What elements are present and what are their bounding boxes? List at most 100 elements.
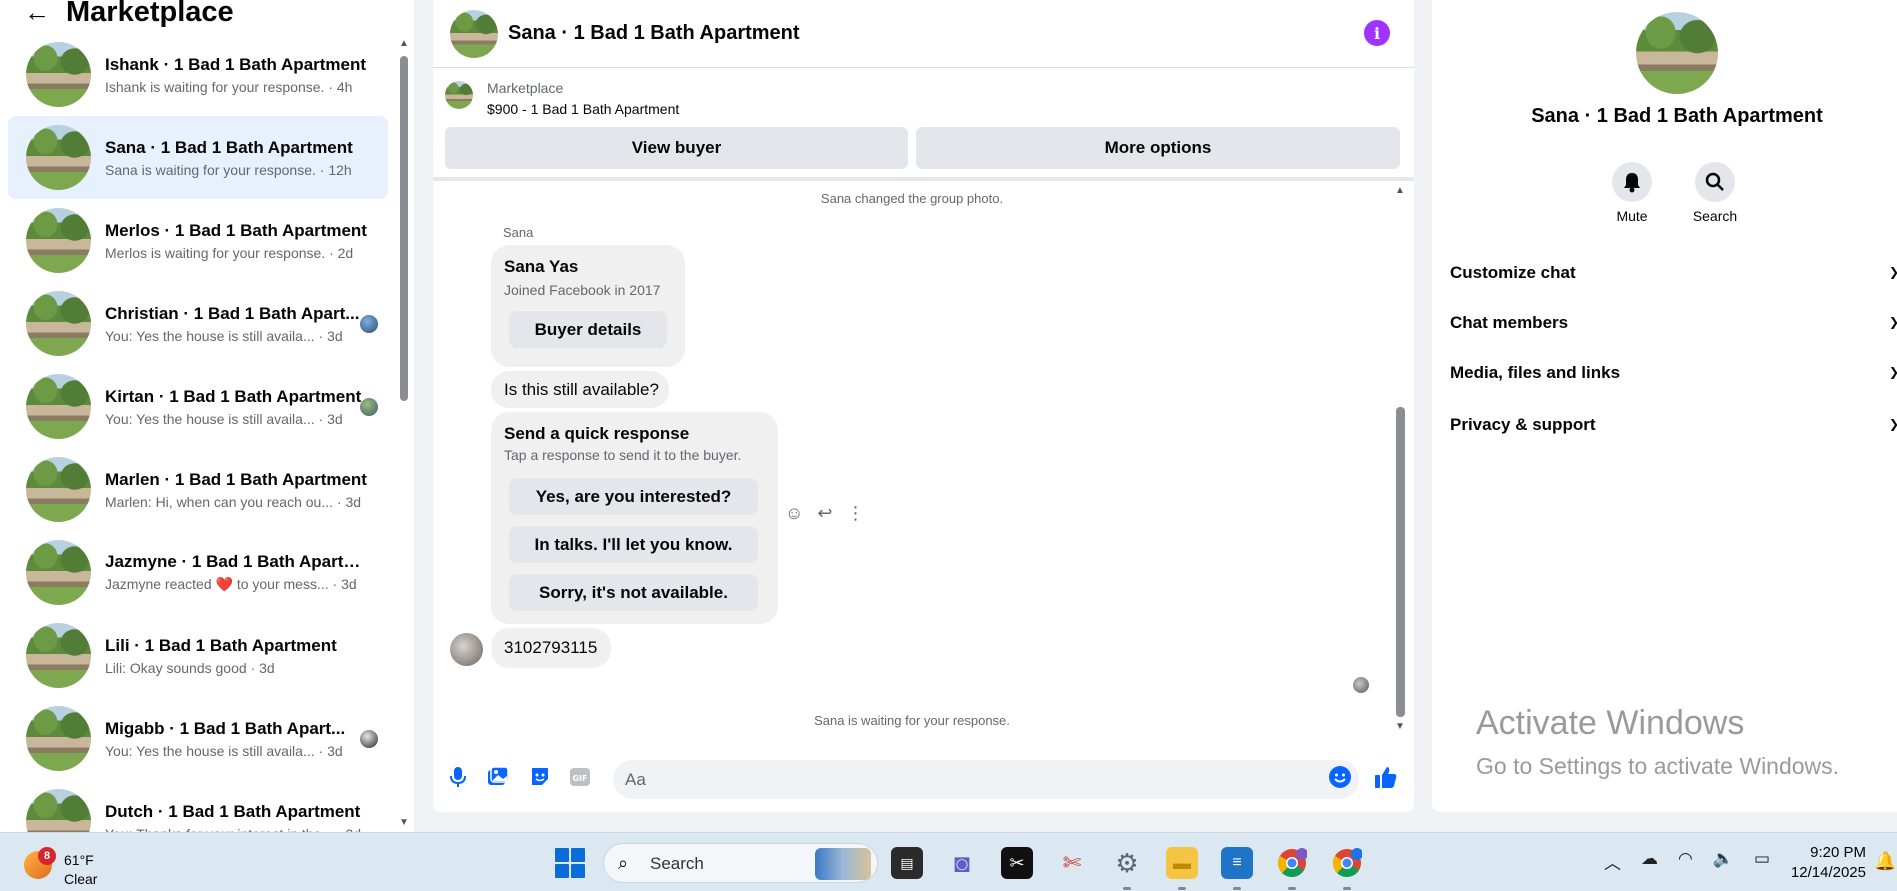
settings-gear-icon[interactable]: ⚙ — [1111, 847, 1143, 879]
conversation-preview: Marlen: Hi, when can you reach ou... · 3… — [105, 493, 362, 510]
conversation-name: Sana · 1 Bad 1 Bath Apartment — [105, 137, 353, 157]
section-label: Chat members — [1450, 313, 1569, 332]
message-input[interactable] — [613, 760, 1359, 799]
arrow-left-icon[interactable]: ← — [24, 0, 50, 25]
system-message: Sana changed the group photo. — [820, 191, 1004, 206]
conversation-text: Sana · 1 Bad 1 Bath Apartment Sana is wai… — [105, 138, 373, 178]
listing-label: Marketplace — [487, 80, 564, 96]
conversation-preview: You: Yes the house is still availa... · … — [105, 742, 343, 759]
section-label: Customize chat — [1450, 263, 1576, 282]
emoji-icon[interactable] — [1327, 764, 1353, 790]
listing-price[interactable]: $900 - 1 Bad 1 Bath Apartment — [487, 101, 679, 117]
running-indicator — [1123, 887, 1131, 890]
conversation-item[interactable]: Christian · 1 Bad 1 Bath Apart... You: Ye… — [8, 282, 388, 365]
profile-avatar[interactable] — [1636, 12, 1718, 94]
seen-indicator — [1353, 677, 1369, 693]
section-customize-chat[interactable]: Customize chat ❯ — [1450, 263, 1897, 283]
conversation-thumbnail — [26, 623, 91, 688]
quick-response-button[interactable]: In talks. I'll let you know. — [509, 526, 758, 563]
conversation-thumbnail — [26, 540, 91, 605]
sender-avatar[interactable] — [450, 633, 483, 666]
conversation-item[interactable]: Lili · 1 Bad 1 Bath Apartment Lili: Okay … — [8, 614, 388, 697]
chat-avatar[interactable] — [450, 9, 498, 58]
microphone-icon[interactable] — [445, 764, 471, 790]
listing-banner: Marketplace $900 - 1 Bad 1 Bath Apartmen… — [433, 69, 1414, 181]
conversation-list: Ishank · 1 Bad 1 Bath Apartment Ishank is… — [0, 33, 396, 832]
quick-response-button[interactable]: Yes, are you interested? — [509, 478, 758, 515]
task-view-icon[interactable]: ▤ — [891, 847, 923, 879]
info-icon[interactable]: i — [1364, 20, 1390, 46]
volume-icon[interactable]: 🔈 — [1713, 849, 1734, 874]
chat-title[interactable]: Sana · 1 Bad 1 Bath Apartment — [508, 22, 800, 45]
scroll-down-icon[interactable]: ▼ — [1395, 721, 1405, 732]
scroll-down-icon[interactable]: ▼ — [399, 817, 409, 828]
scroll-up-icon[interactable]: ▲ — [1395, 185, 1405, 196]
conversation-item[interactable]: Migabb · 1 Bad 1 Bath Apart... You: Yes t… — [8, 697, 388, 780]
sidebar-scrollbar[interactable]: ▲ ▼ — [398, 38, 410, 828]
view-buyer-button[interactable]: View buyer — [445, 127, 908, 169]
capcut-icon[interactable]: ✂ — [1001, 847, 1033, 879]
section-privacy-support[interactable]: Privacy & support ❯ — [1450, 415, 1897, 435]
conversation-item[interactable]: Marlen · 1 Bad 1 Bath Apartment Marlen: H… — [8, 448, 388, 531]
section-media-files-links[interactable]: Media, files and links ❯ — [1450, 363, 1897, 383]
scrollbar-thumb[interactable] — [400, 56, 408, 401]
conversation-item[interactable]: Ishank · 1 Bad 1 Bath Apartment Ishank is… — [8, 33, 388, 116]
conversation-name: Jazmyne · 1 Bad 1 Bath Apartment — [105, 552, 373, 571]
search-icon[interactable] — [1695, 162, 1735, 202]
windows-start-icon[interactable] — [555, 848, 585, 878]
chat-scrollbar[interactable]: ▲ ▼ — [1393, 185, 1407, 732]
conversation-item[interactable]: Dutch · 1 Bad 1 Bath ApartmentYou: Thank… — [8, 780, 388, 832]
onedrive-off-icon[interactable]: ☁ — [1641, 849, 1658, 874]
thumbs-up-icon[interactable] — [1373, 764, 1399, 790]
quick-response-title: Send a quick response — [504, 424, 690, 443]
bell-icon[interactable] — [1612, 162, 1652, 202]
photo-icon[interactable] — [485, 764, 511, 790]
message-bubble[interactable]: 3102793115 — [491, 628, 611, 668]
conversation-name: Dutch · 1 Bad 1 Bath Apartment — [105, 801, 361, 821]
notepad-icon[interactable]: ≡ — [1221, 847, 1253, 879]
conversation-item[interactable]: Merlos · 1 Bad 1 Bath Apartment Merlos is… — [8, 199, 388, 282]
buyer-details-button[interactable]: Buyer details — [509, 311, 667, 348]
mute-button[interactable]: Mute — [1602, 162, 1662, 224]
sticker-icon[interactable] — [527, 764, 553, 790]
scrollbar-thumb[interactable] — [1396, 407, 1405, 717]
taskbar-search[interactable]: ⌕ Search — [603, 843, 878, 883]
message-bubble[interactable]: Is this still available? — [491, 371, 669, 408]
conversation-thumbnail — [26, 291, 91, 356]
conversation-preview: You: Yes the house is still availa... · … — [105, 410, 343, 427]
reply-icon[interactable]: ↩ — [817, 503, 832, 524]
running-indicator — [1343, 887, 1351, 890]
teams-icon[interactable]: ◙ — [946, 847, 978, 879]
quick-response-button[interactable]: Sorry, it's not available. — [509, 574, 758, 611]
scroll-up-icon[interactable]: ▲ — [399, 38, 409, 49]
react-icon[interactable]: ☺ — [785, 503, 803, 524]
wifi-icon[interactable]: ◠ — [1678, 849, 1693, 874]
gif-icon[interactable]: GIF — [567, 764, 593, 790]
conversation-item[interactable]: Kirtan · 1 Bad 1 Bath Apartment You: Yes … — [8, 365, 388, 448]
chrome-icon[interactable] — [1276, 847, 1308, 879]
section-chat-members[interactable]: Chat members ❯ — [1450, 313, 1897, 333]
temperature: 61°F — [64, 852, 94, 868]
chevron-down-icon: ❯ — [1889, 315, 1897, 329]
battery-icon[interactable]: ▭ — [1754, 849, 1770, 874]
listing-thumbnail[interactable] — [445, 81, 473, 109]
more-icon[interactable]: ⋮ — [846, 503, 864, 524]
participant-avatar — [360, 315, 378, 333]
conversation-item[interactable]: Sana · 1 Bad 1 Bath Apartment Sana is wai… — [8, 116, 388, 199]
conversation-thumbnail — [26, 457, 91, 522]
notification-bell-icon[interactable]: 🔔 — [1874, 851, 1896, 872]
search-button[interactable]: Search — [1685, 162, 1745, 224]
chrome-profile-icon[interactable] — [1331, 847, 1363, 879]
search-label: Search — [1692, 208, 1738, 224]
conversation-preview: Lili: Okay sounds good · 3d — [105, 659, 275, 676]
snipping-tool-icon[interactable]: ✄ — [1056, 847, 1088, 879]
taskbar: 8 61°F Clear ⌕ Search ▤ ◙ ✂ ✄ ⚙ ▬ ≡ ︿ ☁ … — [0, 832, 1897, 891]
more-options-button[interactable]: More options — [916, 127, 1400, 169]
file-explorer-icon[interactable]: ▬ — [1166, 847, 1198, 879]
weather-widget[interactable]: 8 61°F Clear — [24, 841, 124, 887]
clock-time: 9:20 PM — [1810, 844, 1866, 861]
conversation-item[interactable]: Jazmyne · 1 Bad 1 Bath Apartment Jazmyne … — [8, 531, 388, 614]
clock[interactable]: 9:20 PM 12/14/2025 — [1786, 843, 1866, 883]
clock-date: 12/14/2025 — [1790, 864, 1866, 881]
chevron-up-icon[interactable]: ︿ — [1604, 849, 1621, 874]
